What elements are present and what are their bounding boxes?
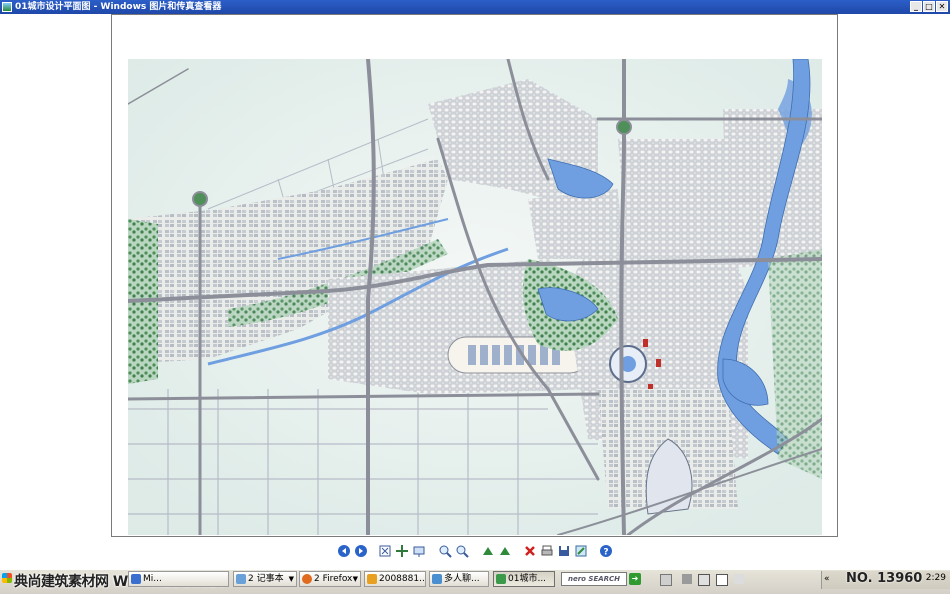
- taskbar-item-chat[interactable]: 多人聊...: [429, 571, 489, 587]
- help-icon[interactable]: [716, 574, 728, 586]
- system-tray: « NO. 13960 2:29: [821, 571, 950, 589]
- taskbar-item-firefox[interactable]: 2 Firefox ▼: [299, 571, 361, 587]
- nero-search-box[interactable]: nero SEARCH: [561, 572, 627, 586]
- edit-icon[interactable]: [698, 574, 710, 586]
- taskbar-item-notepad[interactable]: 2 记事本 ▼: [233, 571, 297, 587]
- taskbar-item-label: 2 记事本: [248, 574, 284, 584]
- tools-icon[interactable]: [682, 574, 692, 584]
- slideshow-button[interactable]: [412, 544, 426, 558]
- messenger-icon: [131, 574, 141, 584]
- title-bar: 01城市设计平面图 - Windows 图片和传真查看器 _ □ ✕: [0, 0, 950, 14]
- print-button[interactable]: [540, 544, 554, 558]
- zoom-out-button[interactable]: [455, 544, 469, 558]
- image-viewport: ?: [0, 14, 950, 569]
- tray-expand-icon[interactable]: «: [824, 574, 830, 584]
- chevron-down-icon: ▼: [288, 575, 294, 583]
- chevron-down-icon: ▼: [352, 575, 358, 583]
- svg-text:?: ?: [603, 548, 608, 558]
- chat-icon: [432, 574, 442, 584]
- minimize-button[interactable]: _: [910, 1, 922, 12]
- rotate-counterclockwise-button[interactable]: [498, 544, 512, 558]
- urban-plan-image: [128, 59, 822, 535]
- previous-image-button[interactable]: [337, 544, 351, 558]
- start-button[interactable]: [2, 573, 12, 583]
- window-title: 01城市设计平面图 - Windows 图片和传真查看器: [15, 2, 222, 12]
- close-button[interactable]: ✕: [936, 1, 948, 12]
- taskbar-item-label: 01城市...: [508, 574, 547, 584]
- firefox-icon: [302, 574, 312, 584]
- maximize-button[interactable]: □: [923, 1, 935, 12]
- zoom-in-button[interactable]: [438, 544, 452, 558]
- taskbar-item-image-viewer[interactable]: 01城市...: [493, 571, 555, 587]
- best-fit-button[interactable]: [378, 544, 392, 558]
- taskbar-item-messenger[interactable]: Mi...: [128, 571, 229, 587]
- delete-button[interactable]: [523, 544, 537, 558]
- tray-watermark-number: NO. 13960: [846, 571, 923, 586]
- actual-size-button[interactable]: [395, 544, 409, 558]
- viewer-toolbar: ?: [0, 544, 950, 562]
- image-viewer-icon: [496, 574, 506, 584]
- taskbar-item-label: 多人聊...: [444, 574, 480, 584]
- help-button[interactable]: ?: [599, 544, 613, 558]
- rotate-clockwise-button[interactable]: [481, 544, 495, 558]
- clock[interactable]: 2:29: [926, 573, 946, 583]
- taskbar-item-folder[interactable]: 2008881...: [364, 571, 426, 587]
- search-go-button[interactable]: ➜: [629, 573, 641, 585]
- next-image-button[interactable]: [354, 544, 368, 558]
- image-frame: [111, 14, 838, 537]
- taskbar-item-label: 2 Firefox: [314, 574, 353, 584]
- keyboard-icon[interactable]: [660, 574, 672, 586]
- open-editor-button[interactable]: [574, 544, 588, 558]
- folder-icon: [367, 574, 377, 584]
- mic-icon[interactable]: [734, 574, 744, 584]
- taskbar-item-label: Mi...: [143, 574, 162, 584]
- notepad-icon: [236, 574, 246, 584]
- save-button[interactable]: [557, 544, 571, 558]
- image-viewer-icon: [2, 2, 12, 12]
- taskbar-item-label: 2008881...: [379, 574, 426, 584]
- taskbar: 典尚建筑素材网 WWW.ZSO.NET Mi... 2 记事本 ▼ 2 Fire…: [0, 569, 950, 594]
